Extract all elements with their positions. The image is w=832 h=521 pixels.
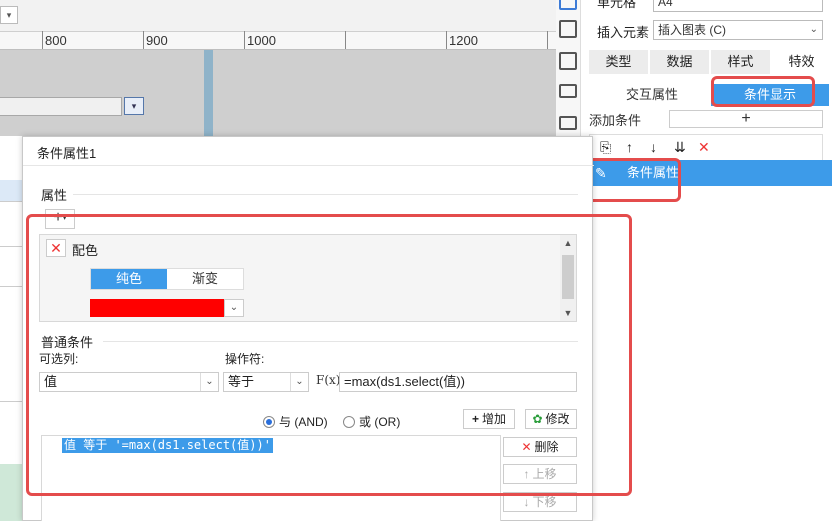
add-condition-label: 添加条件 bbox=[589, 113, 642, 128]
highlight-box bbox=[587, 158, 681, 202]
attr-section-label: 属性 bbox=[41, 188, 68, 203]
topbar-dropdown-icon[interactable]: ▾ bbox=[0, 6, 18, 24]
report-grid bbox=[0, 136, 24, 521]
chevron-down-icon: ⌄ bbox=[809, 24, 818, 35]
highlight-box bbox=[711, 76, 815, 107]
property-tabs: 类型 数据 样式 特效 bbox=[589, 50, 832, 74]
horizontal-ruler: 800 900 1000 1200 bbox=[0, 31, 556, 50]
arrow-up-icon[interactable]: ↑ bbox=[626, 139, 633, 155]
cell-field[interactable]: A4 bbox=[653, 0, 823, 12]
ruler-label: 800 bbox=[45, 33, 67, 48]
cell-label: 单元格 bbox=[597, 0, 637, 10]
arrow-down-icon[interactable]: ↓ bbox=[650, 139, 657, 155]
sort-icon[interactable]: ⇊ bbox=[674, 139, 686, 156]
column-marker bbox=[204, 50, 213, 136]
cell-icon[interactable] bbox=[559, 20, 577, 38]
canvas-area bbox=[0, 50, 556, 136]
delete-icon[interactable]: ✕ bbox=[698, 139, 710, 156]
ruler-label: 1200 bbox=[449, 33, 478, 48]
tab-data[interactable]: 数据 bbox=[650, 50, 711, 74]
highlight-box bbox=[26, 214, 632, 496]
subtab-interaction[interactable]: 交互属性 bbox=[593, 84, 711, 106]
copy-icon[interactable]: ⎘ bbox=[600, 139, 611, 156]
ruler-label: 900 bbox=[146, 33, 168, 48]
dialog-title: 条件属性1 bbox=[37, 146, 97, 161]
dropdown-icon[interactable]: ▾ bbox=[124, 97, 144, 115]
tab-effects[interactable]: 特效 bbox=[772, 50, 832, 74]
condition-toolbar: ⎘ ↑ ↓ ⇊ ✕ bbox=[589, 134, 823, 160]
frame-icon[interactable] bbox=[559, 52, 577, 70]
arrow-down-icon: ↓ bbox=[523, 495, 530, 509]
ruler-label: 1000 bbox=[247, 33, 276, 48]
workspace-field[interactable] bbox=[0, 97, 122, 116]
widget-icon[interactable] bbox=[559, 84, 577, 98]
insert-element-label: 插入元素 bbox=[597, 25, 650, 40]
insert-element-select[interactable]: 插入图表 (C) ⌄ bbox=[653, 20, 823, 40]
list-icon[interactable] bbox=[559, 116, 577, 130]
workspace-topbar: ▾ bbox=[0, 0, 556, 32]
tab-type[interactable]: 类型 bbox=[589, 50, 650, 74]
tab-style[interactable]: 样式 bbox=[711, 50, 772, 74]
grid-icon[interactable] bbox=[559, 0, 577, 10]
add-condition-button[interactable]: + bbox=[669, 110, 823, 128]
